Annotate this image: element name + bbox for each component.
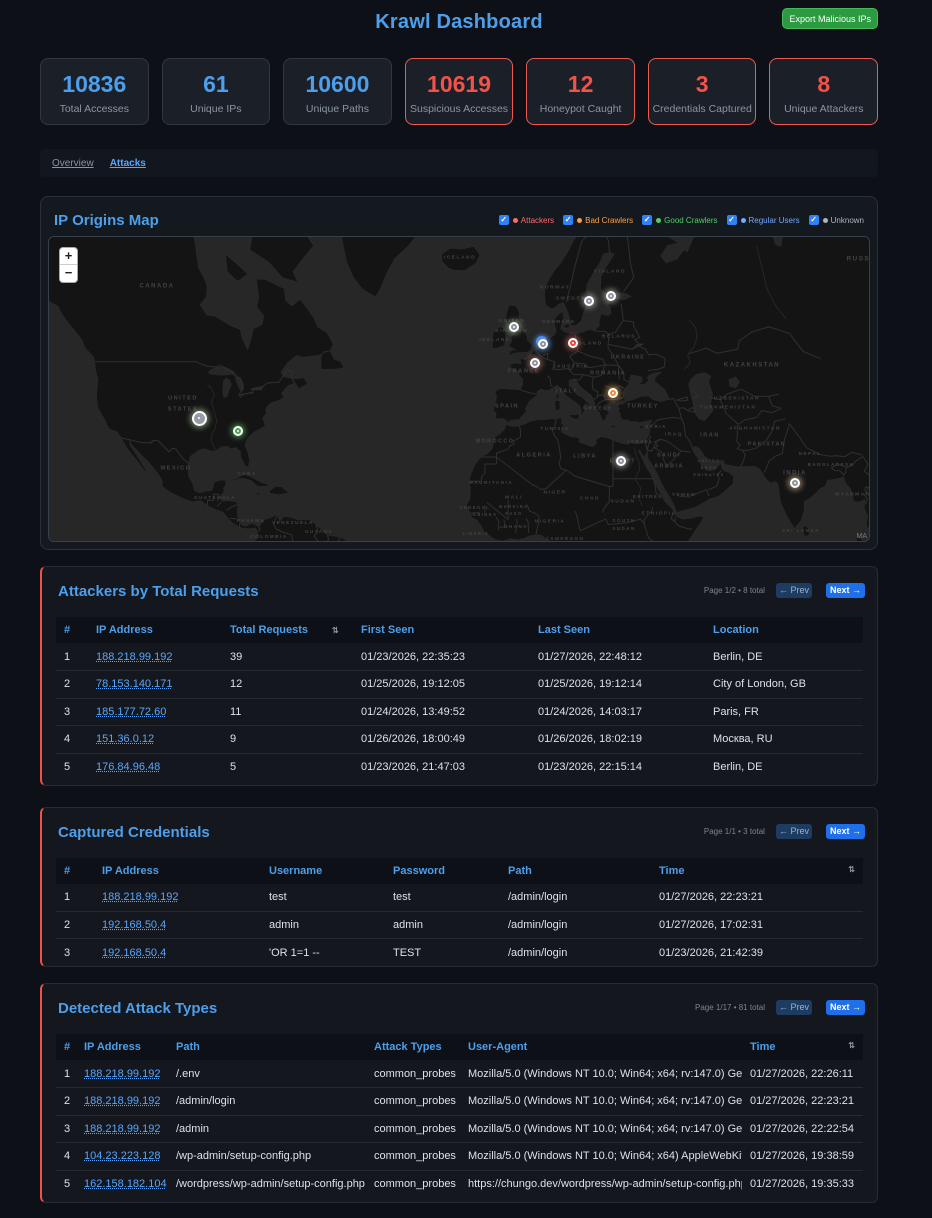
- svg-text:UZBEKISTAN: UZBEKISTAN: [714, 395, 760, 401]
- svg-text:ITALY: ITALY: [556, 388, 578, 394]
- svg-text:ROMANIA: ROMANIA: [590, 370, 626, 376]
- svg-text:EMIRATES: EMIRATES: [693, 473, 724, 477]
- svg-text:TUNISIA: TUNISIA: [540, 426, 569, 431]
- svg-text:GREECE: GREECE: [583, 405, 613, 411]
- svg-text:ARABIA: ARABIA: [654, 463, 684, 469]
- svg-text:SUDAN: SUDAN: [611, 498, 636, 504]
- svg-text:MEXICO: MEXICO: [160, 465, 191, 471]
- svg-text:UNITED: UNITED: [168, 395, 198, 401]
- svg-text:COLOMBIA: COLOMBIA: [250, 534, 288, 539]
- svg-text:ISRAEL: ISRAEL: [628, 439, 654, 444]
- svg-text:ICELAND: ICELAND: [444, 254, 476, 260]
- svg-text:INDIA: INDIA: [783, 471, 807, 477]
- svg-text:MAURITANIA: MAURITANIA: [469, 480, 513, 485]
- svg-text:CUBA: CUBA: [237, 471, 257, 476]
- svg-text:SWEDEN: SWEDEN: [556, 295, 586, 301]
- svg-text:LIBERIA: LIBERIA: [463, 531, 490, 536]
- svg-text:VENEZUELA: VENEZUELA: [272, 520, 314, 525]
- svg-text:BURKINA: BURKINA: [499, 504, 528, 509]
- svg-text:SRI LANKA: SRI LANKA: [782, 528, 820, 533]
- svg-text:MOROCCO: MOROCCO: [476, 438, 515, 444]
- svg-text:CAMEROON: CAMEROON: [546, 536, 585, 541]
- svg-text:TURKMENISTAN: TURKMENISTAN: [700, 404, 757, 410]
- svg-text:DENMARK: DENMARK: [542, 319, 576, 324]
- svg-text:RUSSIA: RUSSIA: [847, 256, 869, 263]
- svg-text:AFGHANISTAN: AFGHANISTAN: [729, 425, 781, 431]
- svg-text:BANGLADESH: BANGLADESH: [808, 462, 855, 467]
- svg-text:IRAQ: IRAQ: [665, 431, 683, 437]
- svg-text:LIBYA: LIBYA: [573, 453, 597, 459]
- svg-text:KAZAKHSTAN: KAZAKHSTAN: [724, 363, 780, 369]
- svg-text:GHANA: GHANA: [504, 524, 528, 529]
- svg-text:IRELAND: IRELAND: [479, 337, 510, 342]
- svg-text:SYRIA: SYRIA: [645, 424, 667, 429]
- svg-text:CANADA: CANADA: [140, 284, 175, 290]
- svg-text:SENEGAL: SENEGAL: [460, 505, 490, 510]
- svg-text:GUYANA: GUYANA: [305, 529, 333, 534]
- svg-text:UNITED: UNITED: [697, 459, 720, 463]
- svg-text:IRAN: IRAN: [700, 432, 720, 438]
- svg-text:MALI: MALI: [505, 494, 523, 500]
- svg-text:ETHIOPIA: ETHIOPIA: [641, 510, 676, 516]
- svg-text:YEMEN: YEMEN: [672, 492, 696, 497]
- svg-text:SUDAN: SUDAN: [612, 526, 636, 531]
- svg-text:NORWAY: NORWAY: [540, 284, 570, 290]
- svg-text:NIGERIA: NIGERIA: [535, 518, 566, 524]
- svg-text:BELARUS: BELARUS: [602, 333, 636, 339]
- svg-text:SPAIN: SPAIN: [495, 403, 519, 409]
- svg-text:NIGER: NIGER: [544, 489, 567, 495]
- svg-text:FRANCE: FRANCE: [508, 368, 540, 374]
- svg-text:FINLAND: FINLAND: [594, 268, 626, 274]
- svg-text:TURKEY: TURKEY: [627, 403, 659, 409]
- svg-text:NEPAL: NEPAL: [799, 451, 821, 456]
- svg-text:ARAB: ARAB: [701, 466, 718, 470]
- svg-text:SOUTH: SOUTH: [612, 518, 635, 523]
- svg-text:AUSTRIA: AUSTRIA: [557, 363, 589, 369]
- svg-text:MYANMAR: MYANMAR: [835, 491, 869, 497]
- svg-text:GUINEA: GUINEA: [473, 512, 498, 517]
- svg-text:CHAD: CHAD: [580, 495, 600, 501]
- svg-text:SAUDI: SAUDI: [657, 452, 681, 458]
- svg-text:UKRAINE: UKRAINE: [611, 354, 646, 360]
- svg-text:ALGERIA: ALGERIA: [516, 452, 552, 458]
- svg-text:STATES: STATES: [168, 406, 198, 412]
- svg-text:ERITREA: ERITREA: [633, 494, 663, 499]
- svg-text:GUATEMALA: GUATEMALA: [194, 495, 236, 500]
- svg-text:PAKISTAN: PAKISTAN: [748, 441, 786, 447]
- svg-text:FASO: FASO: [505, 511, 522, 516]
- svg-text:PANAMA: PANAMA: [237, 518, 265, 523]
